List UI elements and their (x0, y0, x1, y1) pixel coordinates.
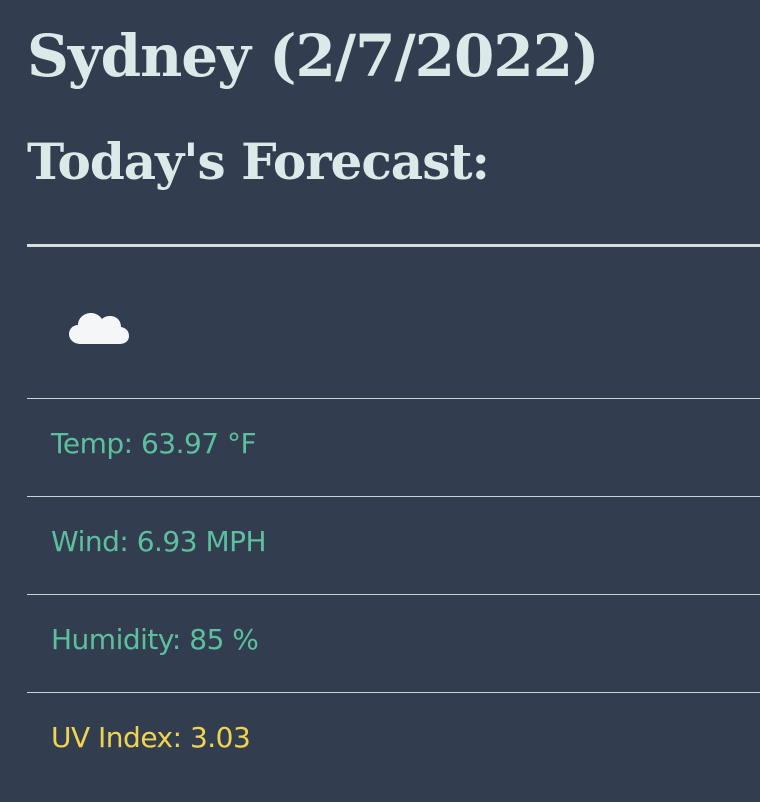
weather-page: Sydney (2/7/2022) Today's Forecast: Temp… (0, 0, 760, 802)
weather-icon-row (27, 250, 760, 399)
temperature-item: Temp: 63.97 °F (27, 399, 760, 497)
humidity-item: Humidity: 85 % (27, 595, 760, 693)
wind-item: Wind: 6.93 MPH (27, 497, 760, 595)
wind-text: Wind: 6.93 MPH (51, 525, 267, 558)
header-divider (27, 244, 760, 247)
city-title: Sydney (2/7/2022) (27, 22, 599, 90)
temperature-text: Temp: 63.97 °F (51, 427, 257, 460)
forecast-list: Temp: 63.97 °F Wind: 6.93 MPH Humidity: … (27, 250, 760, 790)
cloud-icon (69, 313, 129, 344)
humidity-text: Humidity: 85 % (51, 623, 259, 656)
forecast-title: Today's Forecast: (27, 132, 490, 191)
uv-index-item: UV Index: 3.03 (27, 693, 760, 790)
uv-index-text: UV Index: 3.03 (51, 721, 251, 754)
